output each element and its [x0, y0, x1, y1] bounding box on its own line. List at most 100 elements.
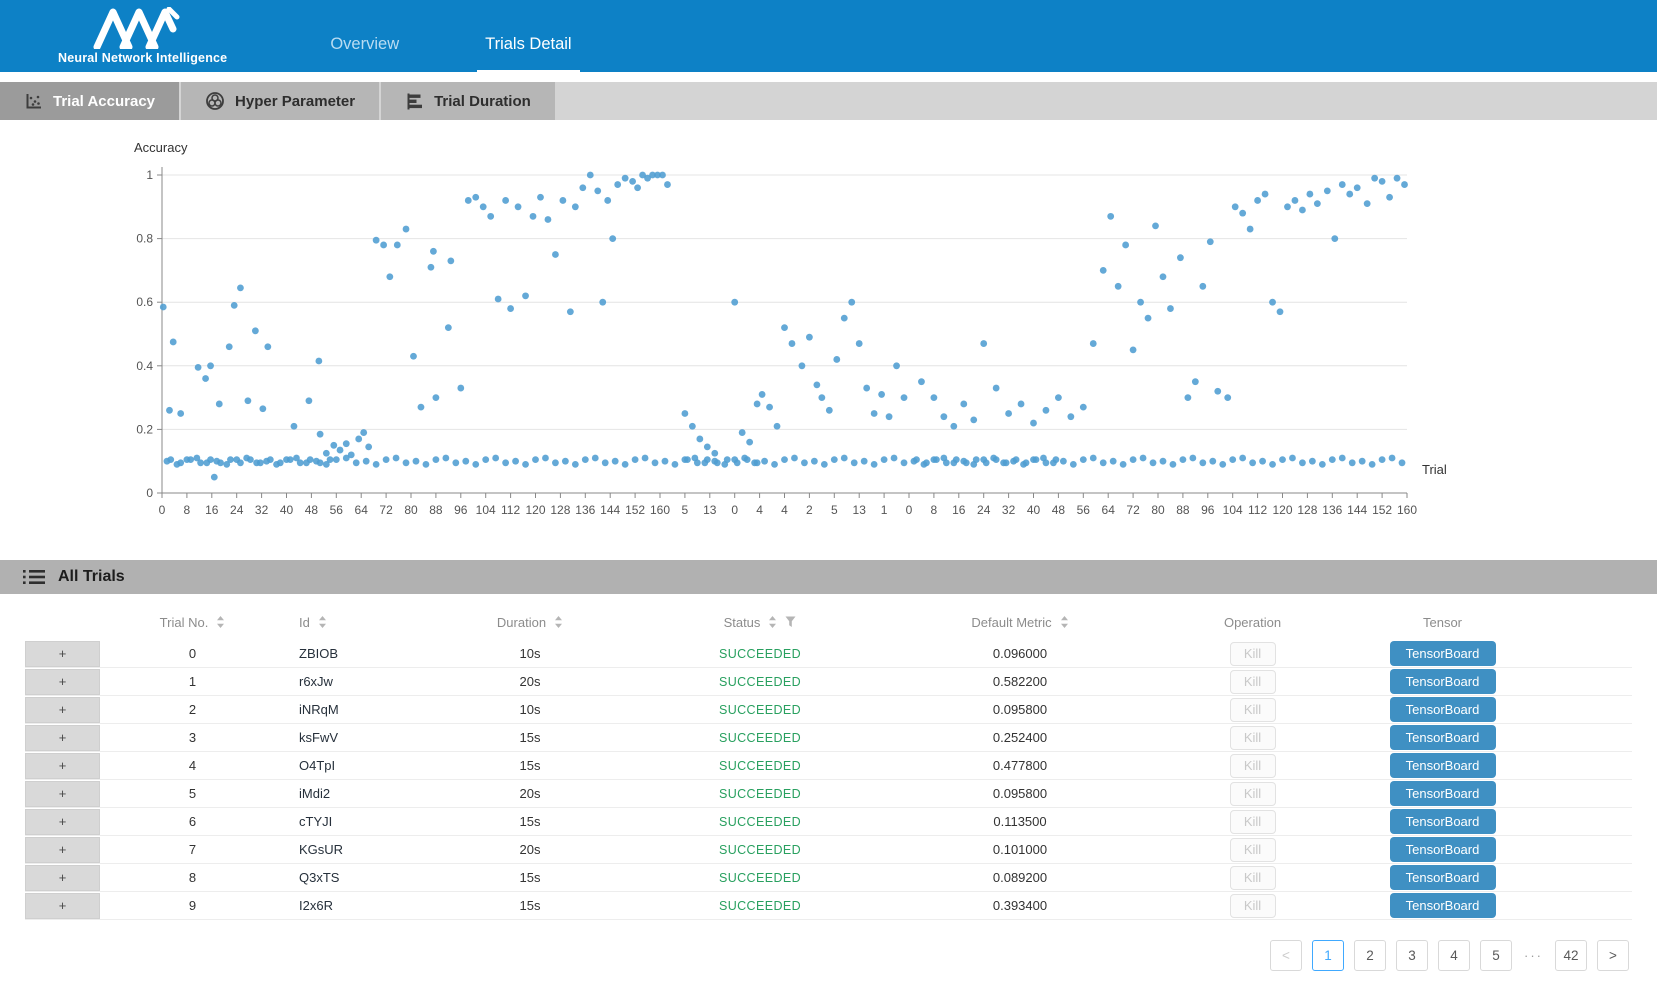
data-point[interactable]: [522, 461, 529, 468]
sort-icon[interactable]: [318, 615, 327, 629]
data-point[interactable]: [841, 315, 848, 322]
data-point[interactable]: [1070, 461, 1077, 468]
data-point[interactable]: [237, 459, 244, 466]
data-point[interactable]: [211, 474, 218, 481]
data-point[interactable]: [393, 455, 400, 462]
data-point[interactable]: [970, 416, 977, 423]
data-point[interactable]: [893, 362, 900, 369]
data-point[interactable]: [891, 455, 898, 462]
data-point[interactable]: [1150, 459, 1157, 466]
data-point[interactable]: [1043, 459, 1050, 466]
data-point[interactable]: [689, 423, 696, 430]
data-point[interactable]: [602, 459, 609, 466]
data-point[interactable]: [612, 458, 619, 465]
data-point[interactable]: [343, 440, 350, 447]
data-point[interactable]: [572, 461, 579, 468]
data-point[interactable]: [452, 459, 459, 466]
data-point[interactable]: [1386, 194, 1393, 201]
data-point[interactable]: [307, 456, 314, 463]
data-point[interactable]: [457, 385, 464, 392]
data-point[interactable]: [355, 436, 362, 443]
data-point[interactable]: [923, 459, 930, 466]
data-point[interactable]: [614, 181, 621, 188]
tensorboard-button[interactable]: TensorBoard: [1390, 893, 1496, 918]
data-point[interactable]: [973, 456, 980, 463]
data-point[interactable]: [394, 242, 401, 249]
data-point[interactable]: [1299, 207, 1306, 214]
data-point[interactable]: [861, 458, 868, 465]
column-header-status[interactable]: Status: [645, 615, 875, 630]
expand-row-button[interactable]: +: [25, 641, 100, 667]
data-point[interactable]: [592, 455, 599, 462]
data-point[interactable]: [950, 423, 957, 430]
data-point[interactable]: [482, 456, 489, 463]
data-point[interactable]: [1080, 456, 1087, 463]
data-point[interactable]: [337, 447, 344, 454]
sort-icon[interactable]: [554, 615, 563, 629]
data-point[interactable]: [694, 459, 701, 466]
data-point[interactable]: [871, 410, 878, 417]
data-point[interactable]: [545, 216, 552, 223]
data-point[interactable]: [327, 456, 334, 463]
data-point[interactable]: [245, 397, 252, 404]
data-point[interactable]: [983, 459, 990, 466]
data-point[interactable]: [1055, 394, 1062, 401]
data-point[interactable]: [1279, 456, 1286, 463]
data-point[interactable]: [1401, 181, 1408, 188]
kill-button[interactable]: Kill: [1230, 754, 1276, 778]
data-point[interactable]: [652, 459, 659, 466]
data-point[interactable]: [247, 456, 254, 463]
data-point[interactable]: [1339, 455, 1346, 462]
data-point[interactable]: [515, 203, 522, 210]
data-point[interactable]: [1120, 461, 1127, 468]
data-point[interactable]: [487, 213, 494, 220]
tensorboard-button[interactable]: TensorBoard: [1390, 837, 1496, 862]
column-header-duration[interactable]: Duration: [415, 615, 645, 630]
data-point[interactable]: [317, 431, 324, 438]
data-point[interactable]: [1339, 181, 1346, 188]
kill-button[interactable]: Kill: [1230, 810, 1276, 834]
data-point[interactable]: [462, 458, 469, 465]
data-point[interactable]: [1364, 200, 1371, 207]
data-point[interactable]: [1170, 461, 1177, 468]
data-point[interactable]: [629, 178, 636, 185]
expand-row-button[interactable]: +: [25, 865, 100, 891]
data-point[interactable]: [931, 394, 938, 401]
data-point[interactable]: [1346, 191, 1353, 198]
data-point[interactable]: [754, 459, 761, 466]
data-point[interactable]: [1137, 299, 1144, 306]
data-point[interactable]: [465, 197, 472, 204]
page-button-3[interactable]: 3: [1396, 940, 1428, 971]
tensorboard-button[interactable]: TensorBoard: [1390, 753, 1496, 778]
kill-button[interactable]: Kill: [1230, 894, 1276, 918]
tensorboard-button[interactable]: TensorBoard: [1390, 865, 1496, 890]
data-point[interactable]: [160, 304, 167, 311]
data-point[interactable]: [744, 456, 751, 463]
data-point[interactable]: [1043, 407, 1050, 414]
tensorboard-button[interactable]: TensorBoard: [1390, 697, 1496, 722]
data-point[interactable]: [1177, 254, 1184, 261]
data-point[interactable]: [1180, 456, 1187, 463]
data-point[interactable]: [1005, 410, 1012, 417]
data-point[interactable]: [202, 375, 209, 382]
data-point[interactable]: [1229, 456, 1236, 463]
data-point[interactable]: [1130, 347, 1137, 354]
data-point[interactable]: [734, 459, 741, 466]
data-point[interactable]: [913, 456, 920, 463]
data-point[interactable]: [1115, 283, 1122, 290]
data-point[interactable]: [739, 429, 746, 436]
expand-row-button[interactable]: +: [25, 753, 100, 779]
data-point[interactable]: [609, 235, 616, 242]
data-point[interactable]: [841, 455, 848, 462]
page-button-2[interactable]: 2: [1354, 940, 1386, 971]
kill-button[interactable]: Kill: [1230, 782, 1276, 806]
data-point[interactable]: [423, 461, 430, 468]
data-point[interactable]: [472, 194, 479, 201]
data-point[interactable]: [231, 302, 238, 309]
data-point[interactable]: [1262, 191, 1269, 198]
data-point[interactable]: [766, 404, 773, 411]
data-point[interactable]: [704, 456, 711, 463]
data-point[interactable]: [980, 340, 987, 347]
data-point[interactable]: [901, 394, 908, 401]
data-point[interactable]: [1167, 305, 1174, 312]
